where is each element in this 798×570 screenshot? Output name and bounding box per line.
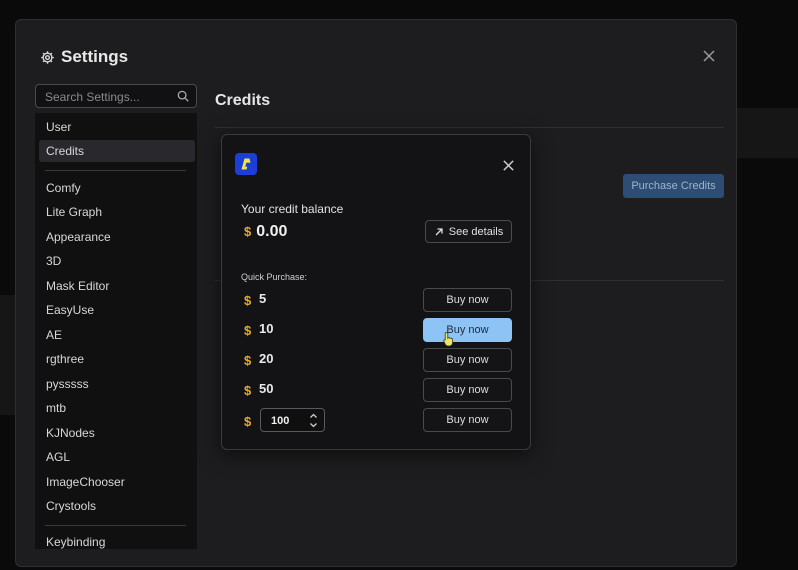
see-details-label: See details xyxy=(448,225,504,238)
credit-balance: $ 0.00 xyxy=(244,223,287,241)
hand-cursor-icon xyxy=(443,332,453,347)
sidebar-item-agl[interactable]: AGL xyxy=(39,446,195,468)
currency-symbol: $ xyxy=(244,323,252,338)
settings-title: Settings xyxy=(61,47,129,66)
buy-now-button[interactable]: Buy now xyxy=(423,348,512,372)
credit-balance-label: Your credit balance xyxy=(241,202,344,216)
sidebar-item-credits[interactable]: Credits xyxy=(39,140,195,162)
sidebar-item-3d[interactable]: 3D xyxy=(39,250,195,272)
background-panel xyxy=(0,295,15,415)
purchase-credits-button[interactable]: Purchase Credits xyxy=(623,174,724,198)
sidebar-item-pysssss[interactable]: pysssss xyxy=(39,373,195,395)
settings-search xyxy=(35,84,197,109)
sidebar-item-mask-editor[interactable]: Mask Editor xyxy=(39,275,195,297)
settings-header: Settings xyxy=(40,47,128,67)
sidebar-item-comfy[interactable]: Comfy xyxy=(39,177,195,199)
sidebar-item-crystools[interactable]: Crystools xyxy=(39,495,195,517)
title-divider xyxy=(215,127,724,128)
sidebar-item-imagechooser[interactable]: ImageChooser xyxy=(39,471,195,493)
purchase-option-50: $ 50 Buy now xyxy=(244,378,512,402)
sidebar-divider xyxy=(45,170,186,171)
quick-purchase-label: Quick Purchase: xyxy=(241,272,308,282)
sidebar-item-mtb[interactable]: mtb xyxy=(39,397,195,419)
credit-balance-value: 0.00 xyxy=(256,223,288,240)
buy-now-button[interactable]: Buy now xyxy=(423,288,512,312)
purchase-option-5: $ 5 Buy now xyxy=(244,288,512,312)
currency-symbol: $ xyxy=(244,293,252,308)
sidebar-item-keybinding[interactable]: Keybinding xyxy=(39,531,195,549)
sidebar-item-lite-graph[interactable]: Lite Graph xyxy=(39,201,195,223)
close-icon[interactable] xyxy=(502,159,515,172)
buy-now-button[interactable]: Buy now xyxy=(423,318,512,342)
currency-symbol: $ xyxy=(244,353,252,368)
purchase-amount: 50 xyxy=(259,381,274,396)
currency-symbol: $ xyxy=(244,414,252,429)
buy-now-button[interactable]: Buy now xyxy=(423,408,512,432)
purchase-amount: 10 xyxy=(259,321,274,336)
purchase-option-custom: $ Buy now xyxy=(244,408,512,432)
sidebar-divider xyxy=(45,525,186,526)
currency-symbol: $ xyxy=(244,224,252,239)
sidebar-item-kjnodes[interactable]: KJNodes xyxy=(39,422,195,444)
purchase-amount: 5 xyxy=(259,291,267,306)
buy-now-button[interactable]: Buy now xyxy=(423,378,512,402)
sidebar-item-appearance[interactable]: Appearance xyxy=(39,226,195,248)
custom-amount-input[interactable] xyxy=(269,411,307,431)
currency-symbol: $ xyxy=(244,383,252,398)
purchase-option-10: $ 10 Buy now xyxy=(244,318,512,342)
close-icon[interactable] xyxy=(702,49,716,63)
page-title: Credits xyxy=(215,92,271,109)
purchase-amount: 20 xyxy=(259,351,274,366)
credits-modal: Your credit balance $ 0.00 See details Q… xyxy=(221,134,531,450)
chevron-down-icon[interactable] xyxy=(309,421,318,429)
quantity-stepper xyxy=(260,408,325,432)
sidebar-item-easyuse[interactable]: EasyUse xyxy=(39,299,195,321)
external-arrow-icon xyxy=(435,227,443,235)
sidebar-item-user[interactable]: User xyxy=(39,116,195,138)
sidebar-item-ae[interactable]: AE xyxy=(39,324,195,346)
search-input[interactable] xyxy=(43,85,175,109)
search-icon[interactable] xyxy=(176,89,190,103)
gear-icon xyxy=(41,50,54,64)
comfy-logo-icon xyxy=(235,153,257,175)
sidebar-item-rgthree[interactable]: rgthree xyxy=(39,348,195,370)
purchase-option-20: $ 20 Buy now xyxy=(244,348,512,372)
see-details-button[interactable]: See details xyxy=(425,220,512,243)
settings-sidebar: User Credits Comfy Lite Graph Appearance… xyxy=(35,113,197,549)
background-panel xyxy=(737,108,798,158)
chevron-up-icon[interactable] xyxy=(309,412,318,420)
